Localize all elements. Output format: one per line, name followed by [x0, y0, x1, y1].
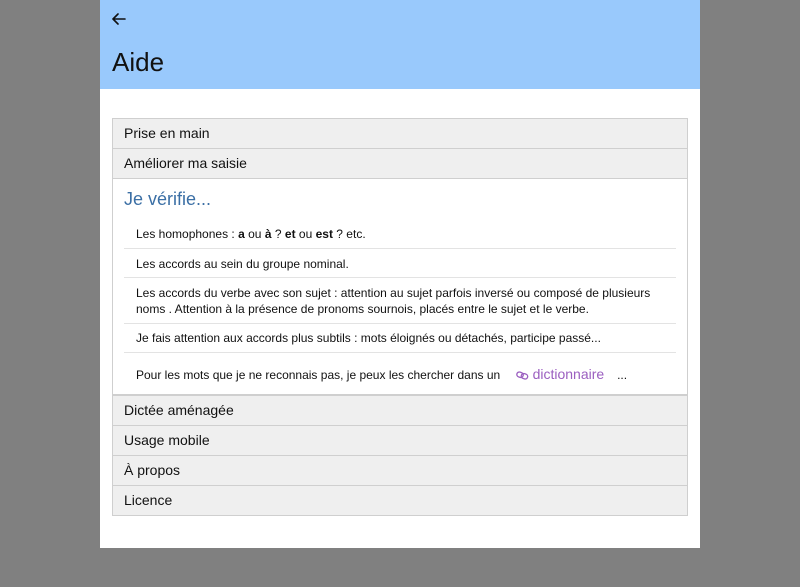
accordion-header-usage-mobile[interactable]: Usage mobile	[112, 425, 688, 456]
dictionnaire-text: Pour les mots que je ne reconnais pas, j…	[136, 368, 501, 382]
arrow-left-icon	[112, 13, 126, 25]
homophone-ou-2: ou	[298, 227, 313, 241]
section-title: Je vérifie...	[124, 189, 212, 209]
list-item-dictionnaire: Pour les mots que je ne reconnais pas, j…	[124, 353, 676, 389]
list-item-verbe: Les accords du verbe avec son sujet : at…	[124, 278, 676, 324]
help-panel: Aide Prise en main Améliorer ma saisie J…	[100, 0, 700, 548]
back-button[interactable]	[109, 9, 129, 29]
dictionnaire-link[interactable]: dictionnaire	[515, 366, 609, 382]
list-item-homophones: Les homophones : a ou à ? et ou est ? et…	[124, 220, 676, 249]
help-accordion: Prise en main Améliorer ma saisie Je vér…	[112, 118, 688, 516]
homophone-a: a	[238, 227, 245, 241]
homophones-prefix: Les homophones :	[136, 227, 235, 241]
accordion-header-a-propos[interactable]: À propos	[112, 455, 688, 486]
homophone-a-accent: à	[264, 227, 272, 241]
homophone-est: est	[315, 227, 333, 241]
homophone-et: et	[284, 227, 296, 241]
page-title: Aide	[112, 47, 165, 77]
accordion-header-dictee-amenagee[interactable]: Dictée aménagée	[112, 395, 688, 426]
list-item-subtils: Je fais attention aux accords plus subti…	[124, 324, 676, 353]
list-item-nominal: Les accords au sein du groupe nominal.	[124, 249, 676, 278]
accordion-body-je-verifie: Je vérifie... Les homophones : a ou à ? …	[112, 179, 688, 395]
accordion-header-ameliorer-saisie[interactable]: Améliorer ma saisie	[112, 148, 688, 179]
link-icon	[515, 371, 528, 380]
homophone-ou: ou	[248, 227, 262, 241]
dictionnaire-link-label: dictionnaire	[532, 366, 605, 382]
dictionnaire-ellipsis: ...	[617, 368, 628, 382]
homophones-suffix: ? etc.	[336, 227, 366, 241]
accordion-header-licence[interactable]: Licence	[112, 485, 688, 516]
header-bar: Aide	[100, 0, 700, 89]
homophone-question: ?	[274, 227, 282, 241]
accordion-header-prise-en-main[interactable]: Prise en main	[112, 118, 688, 149]
